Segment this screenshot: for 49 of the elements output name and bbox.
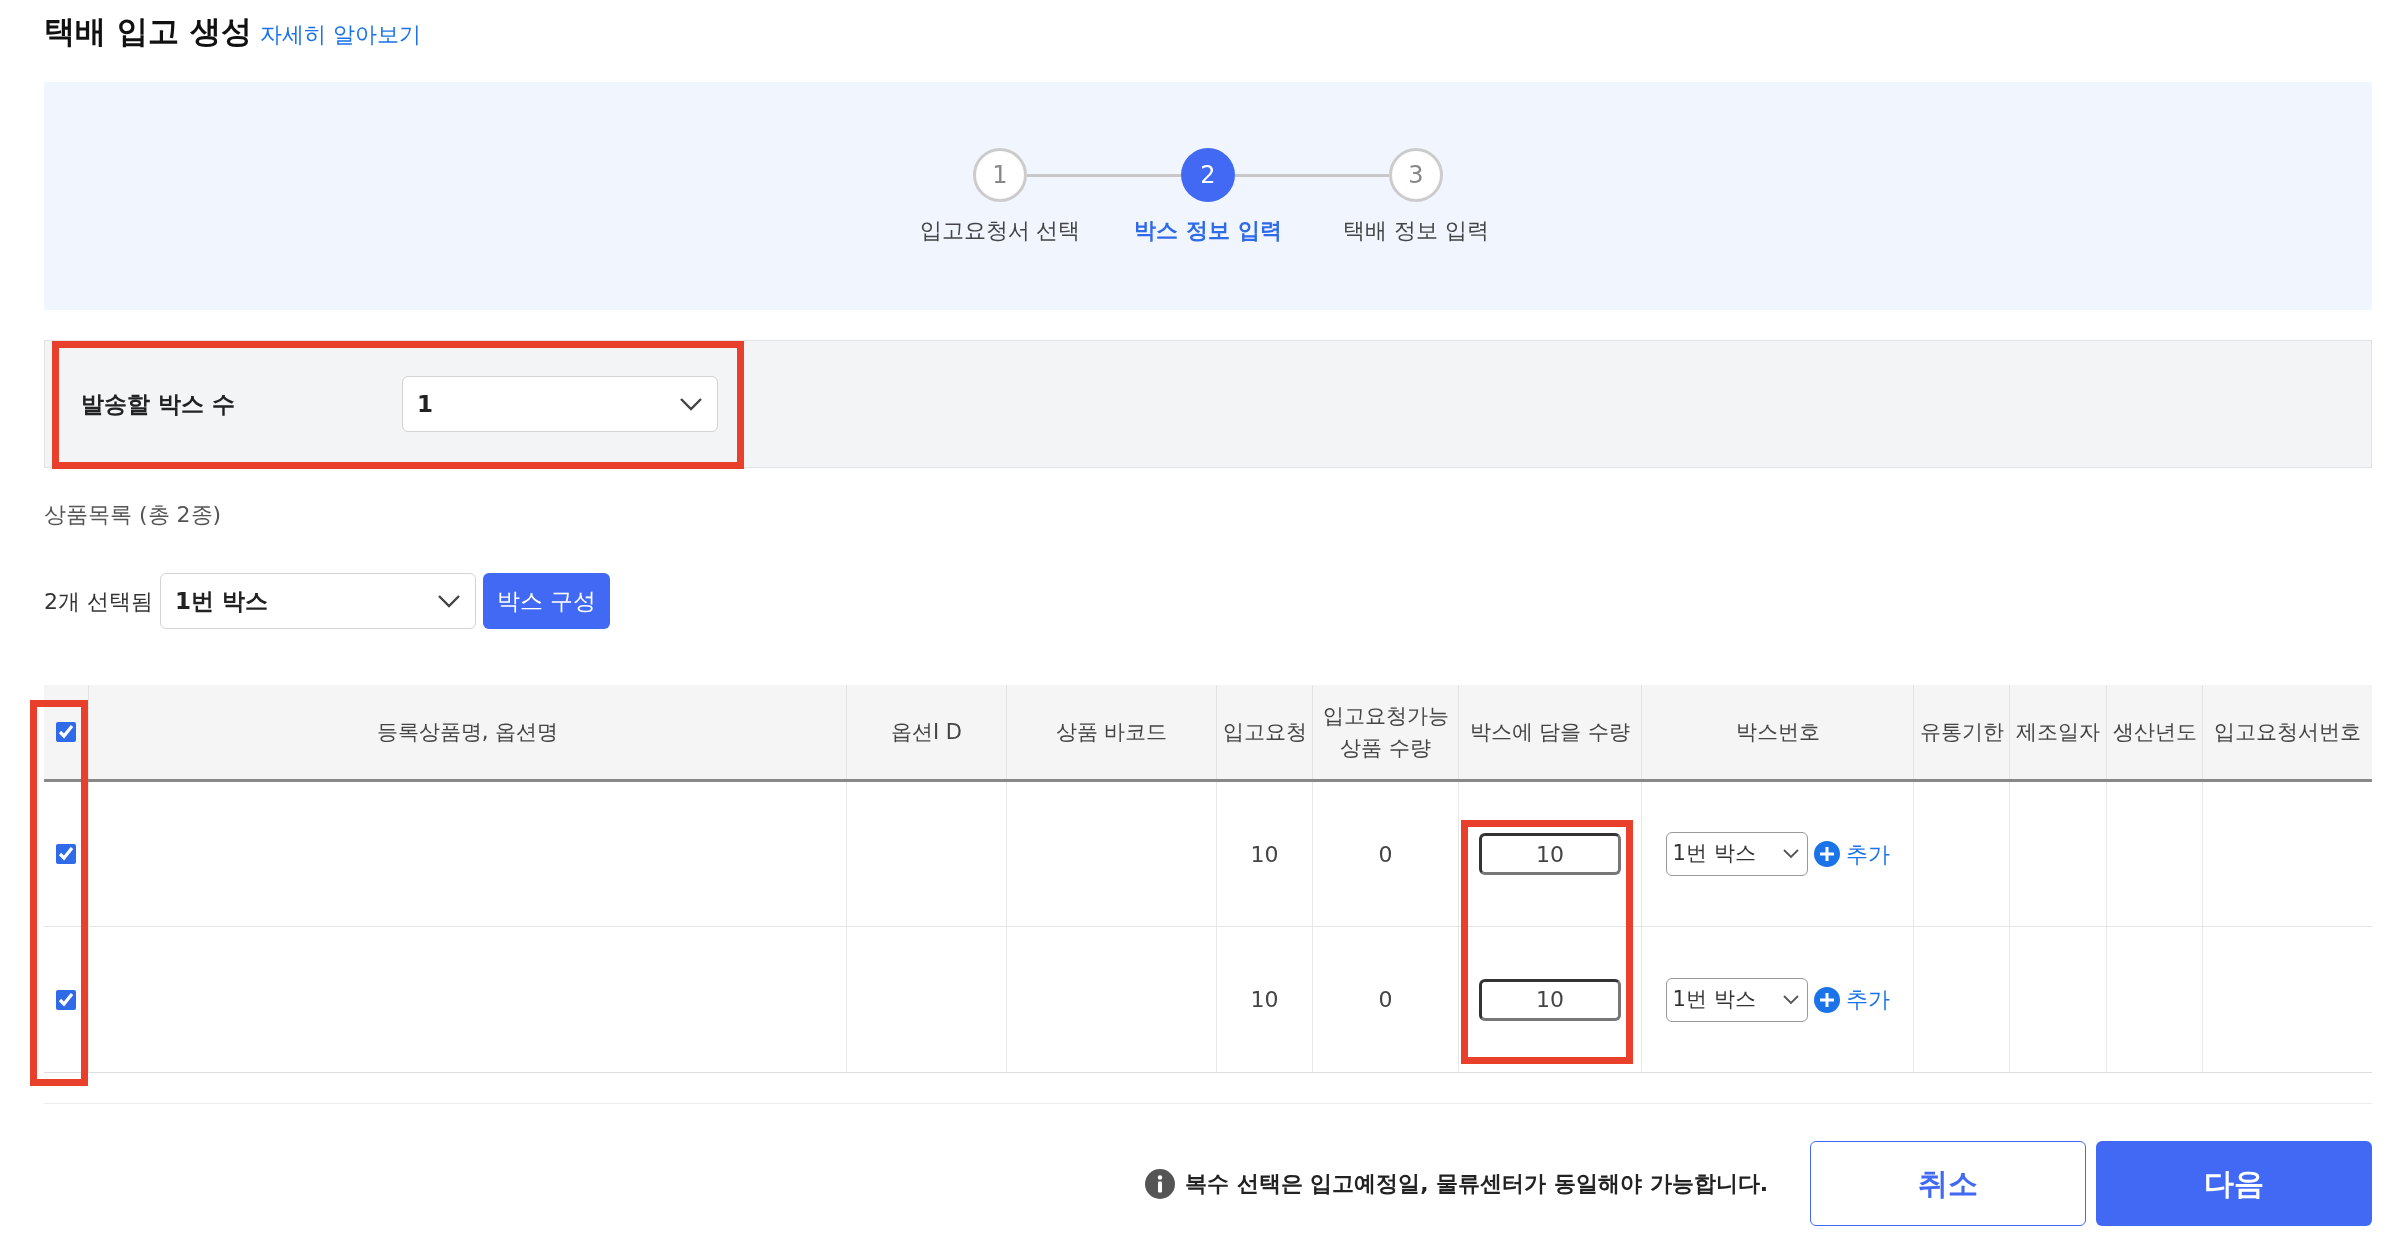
column-header: 입고요청 xyxy=(1222,719,1307,746)
column-header: 박스번호 xyxy=(1735,719,1820,746)
chevron-down-icon xyxy=(679,397,703,411)
chevron-down-icon xyxy=(437,594,461,608)
info-icon xyxy=(1145,1168,1175,1199)
column-header: 입고요청가능 상품 수량 xyxy=(1322,703,1449,762)
column-header: 옵션I D xyxy=(890,719,962,746)
box-count-select[interactable]: 1 xyxy=(402,376,718,432)
select-all-checkbox[interactable] xyxy=(56,722,76,742)
box-number-select[interactable]: 1번 박스 xyxy=(1665,977,1808,1022)
chevron-down-icon xyxy=(1782,849,1799,859)
plus-icon xyxy=(1813,986,1840,1013)
step-label: 박스 정보 입력 xyxy=(1134,217,1282,245)
box-number-select[interactable]: 1번 박스 xyxy=(1665,832,1808,876)
select-value: 1번 박스 xyxy=(1672,985,1756,1013)
chevron-down-icon xyxy=(1782,994,1799,1005)
column-header: 생산년도 xyxy=(2112,719,2197,746)
selected-count: 2개 선택됨 xyxy=(44,587,153,616)
row-checkbox[interactable] xyxy=(56,844,76,864)
table-cell-text: 0 xyxy=(1378,840,1393,869)
table-cell-text: 0 xyxy=(1378,986,1393,1014)
column-header: 상품 바코드 xyxy=(1055,719,1168,746)
quantity-input[interactable]: 10 xyxy=(1479,978,1621,1021)
quantity-input[interactable]: 10 xyxy=(1479,833,1621,875)
row-checkbox[interactable] xyxy=(56,989,76,1010)
notice-text: 복수 선택은 입고예정일, 물류센터가 동일해야 가능합니다. xyxy=(1185,1170,1768,1198)
column-header: 등록상품명, 옵션명 xyxy=(376,719,559,746)
help-link[interactable]: 자세히 알아보기 xyxy=(259,18,421,51)
add-button[interactable]: 추가 xyxy=(1813,983,1890,1016)
plus-icon xyxy=(1813,841,1840,867)
table-cell-text: 10 xyxy=(1250,840,1279,869)
select-value: 1번 박스 xyxy=(1672,840,1756,868)
box-compose-button[interactable]: 박스 구성 xyxy=(483,573,611,629)
next-button[interactable]: 다음 xyxy=(2096,1141,2372,1226)
column-header: 유통기한 xyxy=(1919,719,2004,746)
select-value: 1번 박스 xyxy=(175,586,268,616)
add-button[interactable]: 추가 xyxy=(1813,837,1890,871)
box-count-label: 발송할 박스 수 xyxy=(81,389,236,419)
cancel-button[interactable]: 취소 xyxy=(1810,1141,2086,1226)
product-list-count: 상품목록 (총 2종) xyxy=(44,501,223,528)
page-title: 택배 입고 생성 xyxy=(44,12,252,51)
box-select[interactable]: 1번 박스 xyxy=(160,573,476,629)
column-header: 박스에 담을 수량 xyxy=(1469,719,1631,746)
column-header: 제조일자 xyxy=(2016,719,2100,746)
step-label: 입고요청서 선택 xyxy=(919,217,1081,245)
step-label: 택배 정보 입력 xyxy=(1343,217,1489,245)
select-value: 1 xyxy=(417,389,433,419)
table-cell-text: 10 xyxy=(1250,986,1279,1014)
column-header: 입고요청서번호 xyxy=(2213,719,2361,746)
